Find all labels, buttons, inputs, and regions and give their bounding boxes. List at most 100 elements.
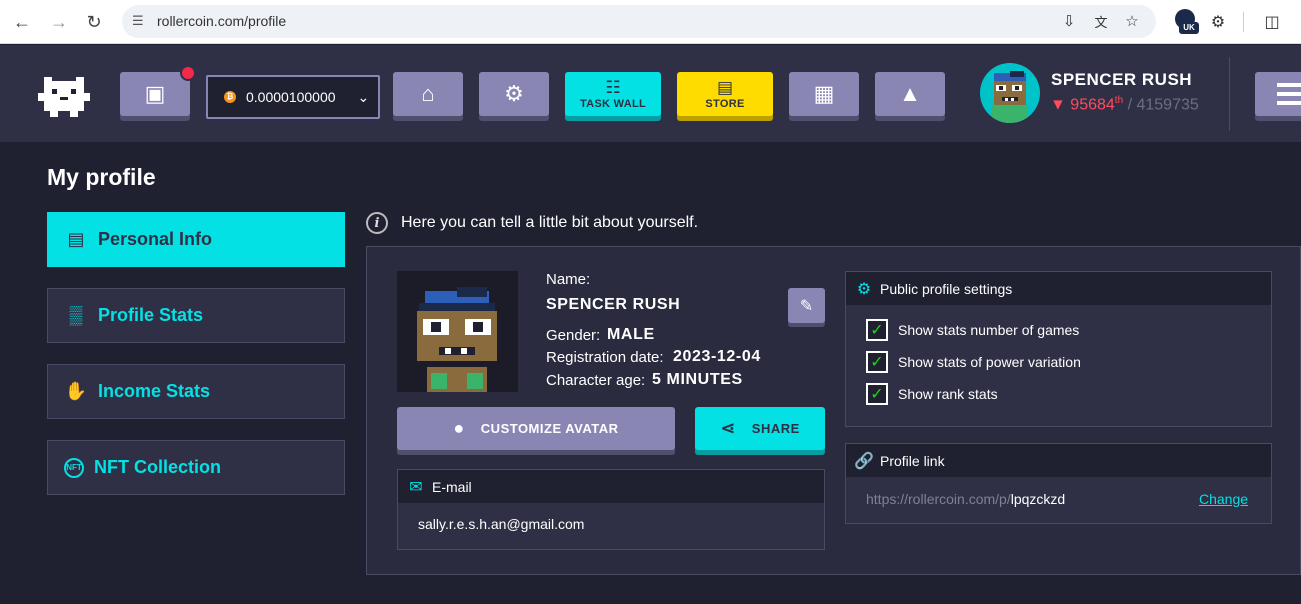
address-url[interactable]: rollercoin.com/profile bbox=[157, 13, 286, 29]
profile-link-code: lpqzckzd bbox=[1010, 491, 1066, 507]
character-age-label: Character age: bbox=[546, 372, 646, 389]
email-card-header: ✉ E-mail bbox=[398, 470, 824, 503]
rank-suffix: th bbox=[1114, 95, 1124, 106]
site-settings-icon[interactable]: ☰ bbox=[132, 13, 148, 29]
task-wall-label: TASK WALL bbox=[579, 97, 647, 110]
sidebar-item-label: Income Stats bbox=[98, 381, 211, 401]
checkbox-checked-icon[interactable]: ✓ bbox=[866, 383, 888, 405]
setting-label: Show rank stats bbox=[898, 386, 998, 402]
games-button[interactable]: ⚙ bbox=[479, 72, 549, 116]
header-divider bbox=[1229, 57, 1230, 131]
sidebar-item-income-stats[interactable]: ✋ Income Stats bbox=[47, 364, 345, 419]
sidebar-item-profile-stats[interactable]: ▒ Profile Stats bbox=[47, 288, 345, 343]
setting-stats-games[interactable]: ✓ Show stats number of games bbox=[866, 319, 1079, 341]
home-button[interactable]: ⌂ bbox=[393, 72, 463, 116]
app-header: ▣ ₿ 0.0000100000 ⌄ ⌂ ⚙ ☷ TASK WALL ▤ STO… bbox=[0, 45, 1301, 142]
sidebar-item-nft-collection[interactable]: NFT NFT Collection bbox=[47, 440, 345, 495]
personal-info-panel: Name: SPENCER RUSH Gender: MALE Registra… bbox=[366, 246, 1301, 575]
checkbox-checked-icon[interactable]: ✓ bbox=[866, 319, 888, 341]
profile-link-header: 🔗 Profile link bbox=[846, 444, 1271, 477]
store-label: STORE bbox=[705, 97, 745, 110]
share-button[interactable]: ⋖ SHARE bbox=[695, 407, 825, 450]
setting-rank-stats[interactable]: ✓ Show rank stats bbox=[866, 383, 998, 405]
gear-icon: ⚙ bbox=[856, 280, 872, 298]
header-rank: ▼ 95684th / 4159735 bbox=[1050, 95, 1199, 114]
side-panel-icon[interactable]: ◫ bbox=[1260, 10, 1284, 34]
task-wall-button[interactable]: ☷ TASK WALL bbox=[565, 72, 661, 116]
wallet-icon: ▣ bbox=[144, 81, 166, 106]
pencil-icon: ✎ bbox=[799, 297, 814, 315]
forward-arrow-icon[interactable]: → bbox=[46, 9, 72, 35]
pixel-avatar-icon bbox=[992, 71, 1028, 123]
install-app-icon[interactable]: ⇩ bbox=[1059, 11, 1079, 31]
character-age-value: 5 MINUTES bbox=[652, 371, 743, 388]
profile-link-url[interactable]: https://rollercoin.com/p/lpqzckzd bbox=[866, 491, 1065, 507]
balance-value: 0.0000100000 bbox=[246, 89, 336, 105]
envelope-icon: ✉ bbox=[409, 478, 423, 496]
notification-dot bbox=[180, 65, 196, 81]
hamburger-icon bbox=[1277, 83, 1301, 87]
balance-dropdown[interactable]: ₿ 0.0000100000 ⌄ bbox=[206, 75, 380, 119]
rank-value: 95684 bbox=[1070, 96, 1115, 114]
change-link[interactable]: Change bbox=[1199, 491, 1248, 507]
extension-uk-icon[interactable]: UK bbox=[1175, 9, 1201, 35]
edit-name-button[interactable]: ✎ bbox=[788, 288, 825, 323]
setting-label: Show stats of power variation bbox=[898, 354, 1081, 370]
pixel-character-icon bbox=[417, 287, 497, 392]
gender-label: Gender: bbox=[546, 327, 601, 344]
user-avatar[interactable] bbox=[980, 63, 1040, 123]
wallet-button[interactable]: ▣ bbox=[120, 72, 190, 116]
share-icon: ⋖ bbox=[720, 418, 736, 438]
home-icon: ⌂ bbox=[421, 81, 435, 106]
name-label: Name: bbox=[546, 271, 591, 288]
rank-down-arrow-icon: ▼ bbox=[1050, 96, 1066, 114]
public-settings-title: Public profile settings bbox=[880, 280, 1013, 297]
public-profile-settings-card: ⚙ Public profile settings ✓ Show stats n… bbox=[845, 271, 1272, 427]
nft-icon: NFT bbox=[64, 457, 84, 478]
email-card: ✉ E-mail sally.r.e.s.h.an@gmail.com bbox=[397, 469, 825, 550]
rank-total: / 4159735 bbox=[1127, 96, 1199, 114]
info-text: Here you can tell a little bit about you… bbox=[401, 214, 699, 231]
extensions-puzzle-icon[interactable]: ⚙ bbox=[1206, 10, 1230, 34]
warehouse-button[interactable]: ▲ bbox=[875, 72, 945, 116]
gamepad-icon: ⚙ bbox=[504, 81, 524, 106]
avatar-silhouette-icon: ● bbox=[453, 418, 465, 438]
bookmark-star-icon[interactable]: ☆ bbox=[1122, 11, 1142, 31]
marketplace-button[interactable]: ▦ bbox=[789, 72, 859, 116]
address-bar[interactable]: ☰ rollercoin.com/profile ⇩ 文 ☆ bbox=[122, 5, 1156, 38]
link-icon: 🔗 bbox=[854, 452, 874, 470]
customize-avatar-button[interactable]: ● CUSTOMIZE AVATAR bbox=[397, 407, 675, 450]
chevron-down-icon: ⌄ bbox=[357, 88, 370, 105]
sidebar-item-personal-info[interactable]: ▤ Personal Info bbox=[47, 212, 345, 267]
public-settings-header: ⚙ Public profile settings bbox=[846, 272, 1271, 305]
toolbar-divider bbox=[1243, 12, 1244, 32]
shop-icon: ▦ bbox=[813, 81, 835, 106]
clipboard-icon: ☷ bbox=[605, 77, 621, 97]
info-hint: i Here you can tell a little bit about y… bbox=[366, 212, 698, 234]
profile-link-title: Profile link bbox=[880, 452, 945, 469]
gender-value: MALE bbox=[607, 326, 655, 343]
profile-link-prefix: https://rollercoin.com/p/ bbox=[866, 491, 1011, 507]
setting-power-variation[interactable]: ✓ Show stats of power variation bbox=[866, 351, 1081, 373]
reload-icon[interactable]: ↻ bbox=[81, 9, 107, 35]
translate-icon[interactable]: 文 bbox=[1091, 11, 1111, 31]
header-user-name[interactable]: SPENCER RUSH bbox=[1051, 70, 1192, 90]
sidebar-item-label: NFT Collection bbox=[94, 457, 221, 477]
customize-avatar-label: CUSTOMIZE AVATAR bbox=[480, 421, 619, 436]
profile-link-card: 🔗 Profile link https://rollercoin.com/p/… bbox=[845, 443, 1272, 524]
back-arrow-icon[interactable]: ← bbox=[9, 9, 35, 35]
store-button[interactable]: ▤ STORE bbox=[677, 72, 773, 116]
menu-button[interactable] bbox=[1255, 72, 1301, 116]
setting-label: Show stats number of games bbox=[898, 322, 1080, 338]
browser-toolbar: ← → ↻ ☰ rollercoin.com/profile ⇩ 文 ☆ UK … bbox=[0, 0, 1301, 44]
bitcoin-icon: ₿ bbox=[224, 91, 236, 103]
email-card-title: E-mail bbox=[432, 478, 472, 495]
rollercoin-logo-icon[interactable] bbox=[36, 73, 92, 119]
income-icon: ✋ bbox=[64, 381, 88, 401]
page-title: My profile bbox=[47, 164, 156, 190]
checkbox-checked-icon[interactable]: ✓ bbox=[866, 351, 888, 373]
extension-uk-label: UK bbox=[1179, 22, 1199, 34]
share-label: SHARE bbox=[751, 421, 800, 436]
profile-name: SPENCER RUSH bbox=[546, 296, 681, 313]
sidebar-item-label: Personal Info bbox=[98, 229, 213, 249]
